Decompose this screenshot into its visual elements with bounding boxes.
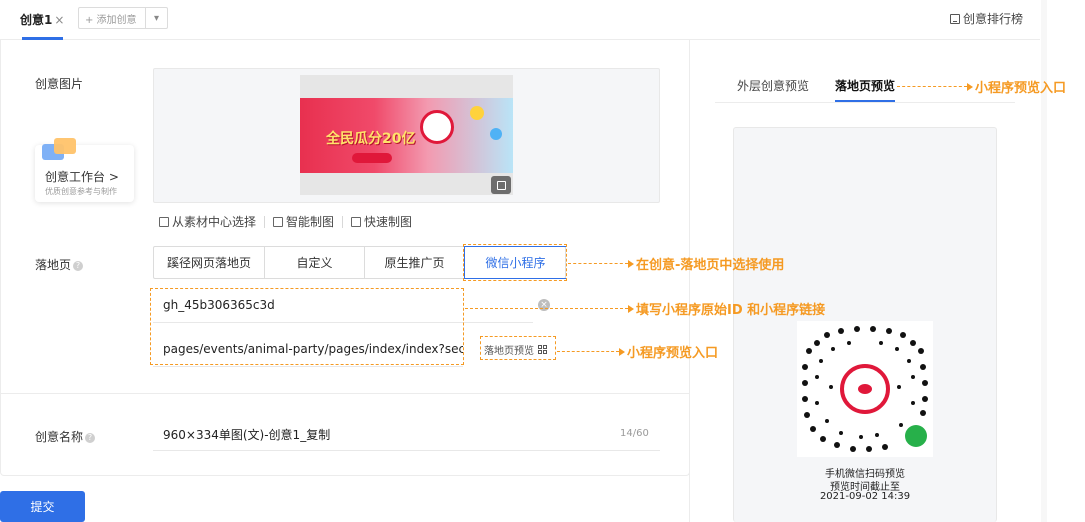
annotation-highlight-box xyxy=(480,336,556,360)
quick-design-icon xyxy=(351,216,362,227)
material-center-button[interactable]: 从素材中心选择 xyxy=(159,213,256,230)
arrow-right-icon xyxy=(628,304,634,313)
annotation-text: 填写小程序原始ID 和小程序链接 xyxy=(636,303,826,318)
material-icon xyxy=(159,216,169,227)
annotation-text: 在创意-落地页中选择使用 xyxy=(636,258,785,273)
quick-design-button[interactable]: 快速制图 xyxy=(351,213,412,230)
landing-label: 落地页? xyxy=(35,256,84,273)
smart-design-icon xyxy=(273,216,284,227)
arrow-right-icon xyxy=(619,347,625,356)
annotation-highlight-box xyxy=(463,244,567,281)
balloon-shape xyxy=(470,106,484,120)
creative-ranking-link[interactable]: 创意排行榜 xyxy=(949,10,1023,27)
tab-outer-preview[interactable]: 外层创意预览 xyxy=(737,77,809,94)
creative-image: 全民瓜分20亿 xyxy=(300,75,513,195)
ranking-icon xyxy=(949,13,960,24)
banner-headline: 全民瓜分20亿 xyxy=(326,131,416,147)
name-char-counter: 14/60 xyxy=(620,428,649,439)
mascot-logo xyxy=(840,364,890,414)
banner-button-shape xyxy=(352,153,392,163)
annotation-line xyxy=(465,308,628,309)
annotation-preview-entry-top: 小程序预览入口 xyxy=(897,77,1066,96)
balloon-shape xyxy=(490,128,502,140)
material-center-label: 从素材中心选择 xyxy=(172,215,257,229)
preview-qrcode xyxy=(797,321,933,457)
smart-design-label: 智能制图 xyxy=(286,215,335,229)
landing-option-custom[interactable]: 自定义 xyxy=(265,247,365,278)
preview-tab-divider xyxy=(715,102,1015,103)
divider xyxy=(264,215,266,228)
panel-divider xyxy=(689,40,690,522)
name-label: 创意名称? xyxy=(35,428,96,445)
add-creative-label: + 添加创意 xyxy=(85,14,137,26)
image-label: 创意图片 xyxy=(35,77,84,91)
tab-creative-1[interactable]: 创意1 × xyxy=(20,11,64,28)
workbench-title: 创意工作台 > xyxy=(45,170,119,184)
name-label-text: 创意名称 xyxy=(35,430,84,444)
tab-label: 创意1 xyxy=(20,13,53,27)
arrow-right-icon xyxy=(967,82,973,91)
preview-tab-indicator xyxy=(835,100,895,102)
chevron-down-icon[interactable]: ▾ xyxy=(145,8,167,28)
image-tools: 从素材中心选择 智能制图 快速制图 xyxy=(159,213,412,230)
workbench-icon xyxy=(42,138,76,162)
arrow-right-icon xyxy=(628,259,634,268)
landing-option-jingxi[interactable]: 蹊径网页落地页 xyxy=(154,247,265,278)
annotation-line xyxy=(557,351,619,352)
ranking-label: 创意排行榜 xyxy=(962,12,1023,26)
creative-name-input[interactable]: 960×334单图(文)-创意1_复制 xyxy=(153,418,660,451)
miniprogram-logo-icon xyxy=(905,425,927,447)
annotation-line xyxy=(897,86,967,87)
edit-image-icon[interactable] xyxy=(491,176,511,194)
workbench-subtitle: 优质创意参考与制作 xyxy=(45,187,117,196)
help-icon[interactable]: ? xyxy=(73,260,84,271)
annotation-text: 小程序预览入口 xyxy=(627,346,719,361)
tab-landing-preview[interactable]: 落地页预览 xyxy=(835,77,895,94)
annotation-highlight-box xyxy=(150,288,464,365)
mascot-shape xyxy=(420,110,454,144)
annotation-line xyxy=(568,263,628,264)
divider xyxy=(342,215,344,228)
annotation-preview-entry-mid: 小程序预览入口 xyxy=(557,342,718,361)
section-divider xyxy=(0,393,690,394)
quick-design-label: 快速制图 xyxy=(364,215,413,229)
qr-caption-expiry-time: 2021-09-02 14:39 xyxy=(819,491,911,502)
annotation-fill-id-link: 填写小程序原始ID 和小程序链接 xyxy=(465,299,825,318)
add-creative-button[interactable]: + 添加创意 ▾ xyxy=(78,7,168,29)
landing-option-native[interactable]: 原生推广页 xyxy=(365,247,465,278)
smart-design-button[interactable]: 智能制图 xyxy=(273,213,334,230)
landing-label-text: 落地页 xyxy=(35,258,72,272)
annotation-select-in-landing: 在创意-落地页中选择使用 xyxy=(568,254,784,273)
annotation-text: 小程序预览入口 xyxy=(975,81,1067,96)
help-icon[interactable]: ? xyxy=(85,432,96,443)
submit-button[interactable]: 提交 xyxy=(0,491,85,522)
tab-close-icon[interactable]: × xyxy=(54,13,64,27)
